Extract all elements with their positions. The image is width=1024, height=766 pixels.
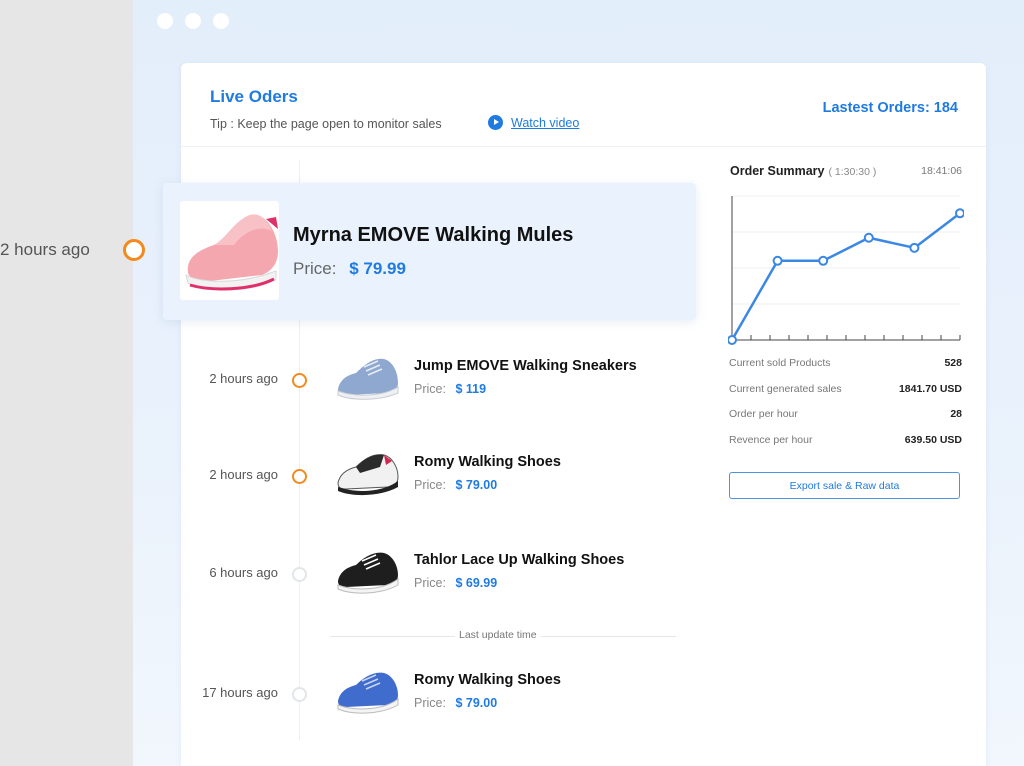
price-label: Price: xyxy=(414,696,446,710)
price-label: Price: xyxy=(414,478,446,492)
chart-data-point xyxy=(863,232,874,243)
last-update-label: Last update time xyxy=(455,629,541,641)
stat-label: Order per hour xyxy=(729,408,798,420)
summary-time: 18:41:06 xyxy=(921,165,962,177)
chart-data-point xyxy=(818,255,829,266)
play-icon[interactable] xyxy=(488,115,503,130)
timeline-marker-active xyxy=(292,373,307,388)
royal-blue-sneaker-image xyxy=(337,672,399,714)
product-price: Price: $ 119 xyxy=(414,382,486,396)
price-value: $ 119 xyxy=(455,382,487,396)
price-value: $ 79.00 xyxy=(455,478,498,492)
featured-product-price: Price: $ 79.99 xyxy=(293,259,406,279)
featured-product-name: Myrna EMOVE Walking Mules xyxy=(293,224,574,246)
price-label: Price: xyxy=(414,382,446,396)
export-data-button[interactable]: Export sale & Raw data xyxy=(729,472,960,499)
stat-label: Revence per hour xyxy=(729,434,813,446)
product-price: Price: $ 79.00 xyxy=(414,478,497,492)
latest-orders-count: Lastest Orders: 184 xyxy=(822,100,958,116)
product-name: Jump EMOVE Walking Sneakers xyxy=(414,358,637,374)
stat-value: 528 xyxy=(944,357,962,369)
page-title: Live Oders xyxy=(210,87,298,106)
window-dot-3 xyxy=(213,13,229,29)
header-divider xyxy=(181,146,986,147)
pink-mule-shoe-image xyxy=(185,214,278,291)
product-thumbnail xyxy=(334,543,402,603)
product-name: Romy Walking Shoes xyxy=(414,672,561,688)
chart-data-point xyxy=(955,208,964,219)
watch-video-link[interactable]: Watch video xyxy=(511,116,579,130)
stat-label: Current generated sales xyxy=(729,383,842,395)
order-summary-label: Order Summary xyxy=(730,164,825,178)
featured-price-value: $ 79.99 xyxy=(349,259,406,278)
featured-timeline-marker xyxy=(123,239,145,261)
blue-sneaker-image xyxy=(337,358,399,400)
timeline-marker-active xyxy=(292,469,307,484)
window-dot-1 xyxy=(157,13,173,29)
product-name: Tahlor Lace Up Walking Shoes xyxy=(414,552,625,568)
chart-data-point xyxy=(909,242,920,253)
order-time: 6 hours ago xyxy=(209,565,278,580)
stat-value: 639.50 USD xyxy=(904,434,962,446)
order-time: 2 hours ago xyxy=(209,371,278,386)
product-thumbnail xyxy=(334,663,402,723)
featured-order-time: 2 hours ago xyxy=(0,240,90,259)
order-time: 2 hours ago xyxy=(209,467,278,482)
black-sneaker-image xyxy=(337,552,399,594)
featured-price-label: Price: xyxy=(293,259,337,278)
stat-value: 28 xyxy=(950,408,962,420)
featured-product-image xyxy=(180,201,279,300)
product-thumbnail xyxy=(334,445,402,505)
timeline-marker-inactive xyxy=(292,687,307,702)
chart-data-point xyxy=(728,335,737,345)
product-price: Price: $ 69.99 xyxy=(414,576,497,590)
summary-range: ( 1:30:30 ) xyxy=(828,166,877,178)
tip-text: Tip : Keep the page open to monitor sale… xyxy=(210,117,442,131)
orders-line-chart xyxy=(728,195,964,345)
price-value: $ 79.00 xyxy=(455,696,498,710)
product-name: Romy Walking Shoes xyxy=(414,454,561,470)
product-price: Price: $ 79.00 xyxy=(414,696,497,710)
stat-label: Current sold Products xyxy=(729,357,831,369)
timeline-marker-inactive xyxy=(292,567,307,582)
left-panel xyxy=(0,0,133,766)
chart-data-point xyxy=(772,255,783,266)
product-thumbnail xyxy=(334,349,402,409)
window-dot-2 xyxy=(185,13,201,29)
order-summary-title: Order Summary( 1:30:30 ) xyxy=(730,164,876,178)
stat-value: 1841.70 USD xyxy=(898,383,962,395)
order-time: 17 hours ago xyxy=(202,685,278,700)
black-white-sneaker-image xyxy=(337,454,399,496)
price-label: Price: xyxy=(414,576,446,590)
price-value: $ 69.99 xyxy=(455,576,498,590)
